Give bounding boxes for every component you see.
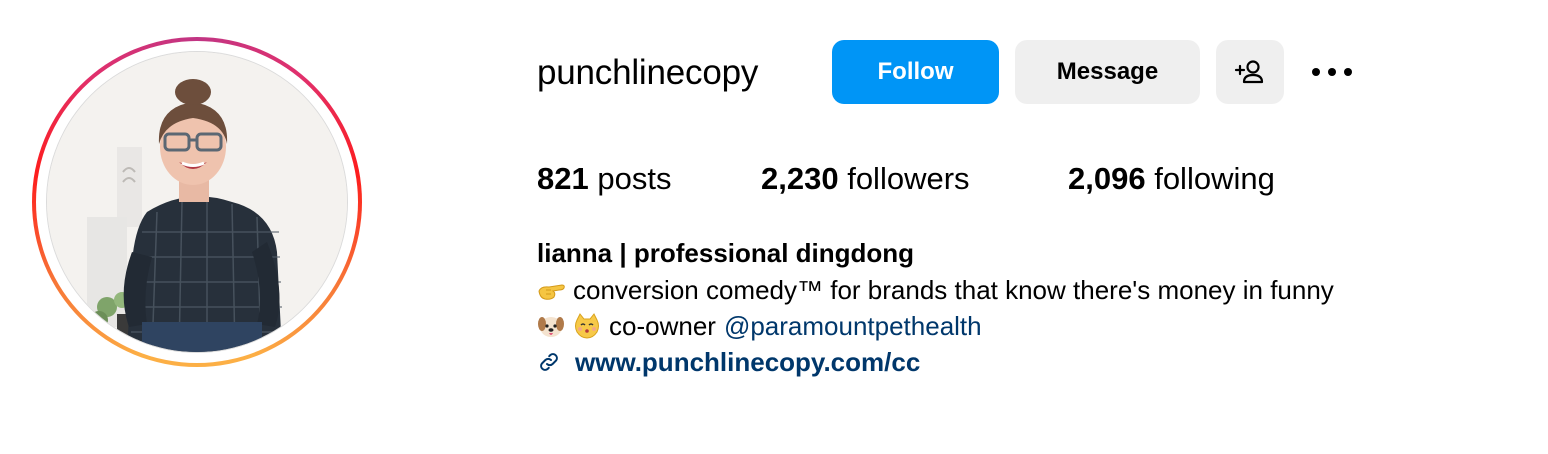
more-horizontal-icon (1312, 68, 1352, 76)
follow-button[interactable]: Follow (832, 40, 999, 104)
mention-link[interactable]: @paramountpethealth (724, 309, 982, 343)
following-number: 2,096 (1068, 161, 1146, 196)
cat-kiss-emoji (575, 313, 599, 339)
more-options-button[interactable] (1302, 40, 1362, 104)
pointing-hand-emoji (538, 284, 565, 300)
story-ring[interactable] (32, 37, 362, 367)
website-link[interactable]: www.punchlinecopy.com/cc (575, 345, 920, 379)
profile-avatar[interactable] (47, 52, 347, 352)
message-button[interactable]: Message (1015, 40, 1200, 104)
link-icon (540, 353, 558, 371)
bio-line-2: co-owner @paramountpethealth (537, 309, 982, 343)
posts-number: 821 (537, 161, 589, 196)
posts-count: 821 posts (537, 161, 671, 197)
followers-label: followers (847, 161, 970, 196)
profile-photo (47, 52, 347, 352)
bio-text-1: conversion comedy™ for brands that know … (573, 275, 1334, 305)
following-label: following (1154, 161, 1275, 196)
dog-face-emoji (538, 317, 564, 337)
add-person-icon (1234, 60, 1264, 84)
bio-text-2: co-owner (609, 311, 716, 341)
followers-link[interactable]: 2,230 followers (761, 161, 970, 197)
bio-line-1: conversion comedy™ for brands that know … (537, 273, 1334, 307)
followers-number: 2,230 (761, 161, 839, 196)
bio-website-row[interactable]: www.punchlinecopy.com/cc (537, 345, 920, 379)
profile-username: punchlinecopy (537, 53, 759, 92)
profile-full-name: lianna | professional dingdong (537, 238, 915, 268)
suggested-accounts-button[interactable] (1216, 40, 1284, 104)
posts-label: posts (597, 161, 672, 196)
following-link[interactable]: 2,096 following (1068, 161, 1275, 197)
